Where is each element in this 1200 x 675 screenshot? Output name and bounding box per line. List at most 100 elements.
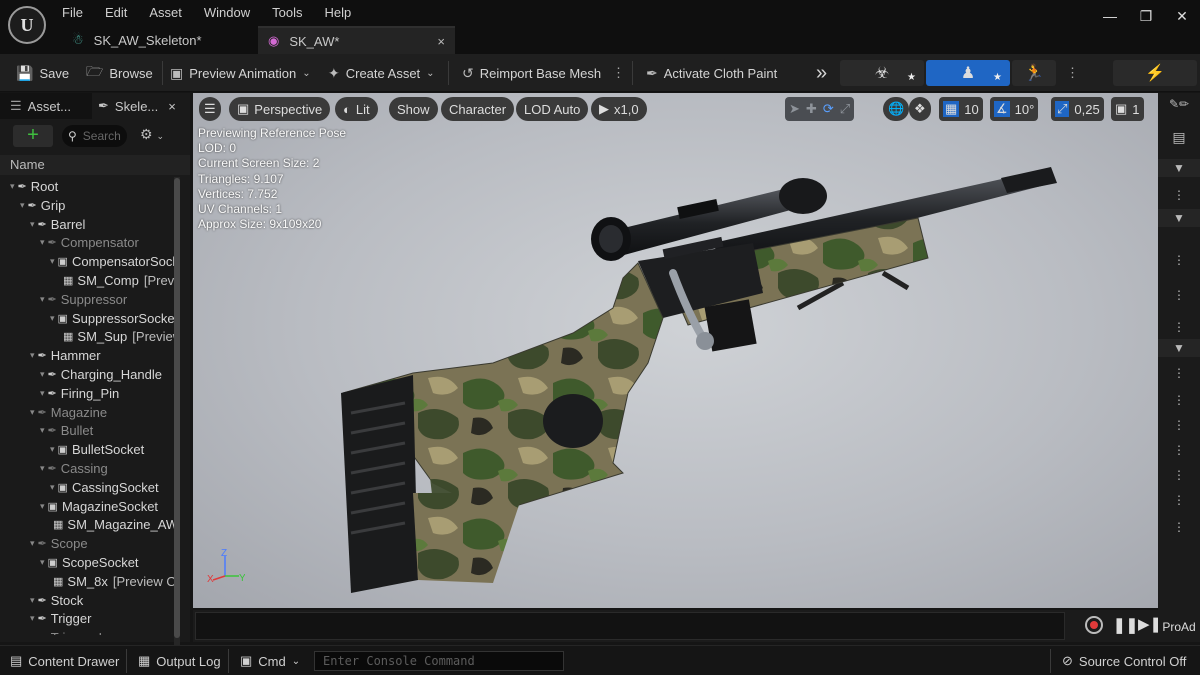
options-icon[interactable]: ⋮	[1158, 288, 1200, 302]
expand-arrow-icon[interactable]: ▾	[30, 613, 35, 624]
create-asset-button[interactable]: ✦ Create Asset ⌄	[328, 54, 435, 92]
menu-tools[interactable]: Tools	[272, 5, 302, 20]
tree-row-bone[interactable]: ▾ ✒ Firing_Pin	[40, 384, 119, 403]
expand-arrow-icon[interactable]: ▾	[40, 425, 45, 436]
name-column-header[interactable]: Name	[0, 155, 190, 175]
output-log-button[interactable]: ▦ Output Log	[138, 646, 221, 675]
tree-row-bone[interactable]: ▾ ✒ Magazine	[30, 403, 107, 422]
physics-mode-button[interactable]: ⚡	[1113, 60, 1197, 86]
add-button[interactable]: +	[13, 125, 53, 147]
restore-icon[interactable]: ❐	[1128, 0, 1164, 32]
tree-row-bone[interactable]: ▾✒ Trigger_L	[30, 628, 106, 635]
tree-scrollbar-thumb[interactable]	[174, 178, 180, 638]
options-icon[interactable]: ⋮	[1158, 493, 1200, 507]
expand-arrow-icon[interactable]: ▾	[30, 350, 35, 361]
tree-row-socket[interactable]: ▾ ▣ ScopeSocket	[40, 553, 139, 572]
reimport-base-mesh-button[interactable]: ↺ Reimport Base Mesh	[462, 54, 601, 92]
browse-button[interactable]: 🗁 Browse	[86, 54, 153, 92]
details-section-header[interactable]: ▼	[1158, 339, 1200, 357]
record-button[interactable]	[1085, 616, 1103, 634]
animation-mode-button[interactable]: 🏃	[1012, 60, 1056, 86]
tree-row-bone[interactable]: ▾ ✒ Compensator	[40, 233, 139, 252]
expand-arrow-icon[interactable]: ▾	[50, 256, 55, 267]
tree-row-bone[interactable]: ▾ ✒ Cassing	[40, 459, 108, 478]
expand-arrow-icon[interactable]: ▾	[30, 538, 35, 549]
close-window-icon[interactable]: ✕	[1164, 0, 1200, 32]
activate-cloth-paint-button[interactable]: ✒ Activate Cloth Paint	[646, 54, 777, 92]
tree-row-socket[interactable]: ▾ ▣ MagazineSocket	[40, 497, 158, 516]
toolbar-options-icon[interactable]: ⋮	[612, 54, 625, 92]
skeleton-mode-button[interactable]: ☣ ★	[840, 60, 924, 86]
expand-arrow-icon[interactable]: ▾	[40, 463, 45, 474]
timeline-track[interactable]	[195, 612, 1065, 640]
options-icon[interactable]: ⋮	[1158, 188, 1200, 202]
expand-arrow-icon[interactable]: ▾	[40, 557, 45, 568]
menu-edit[interactable]: Edit	[105, 5, 127, 20]
tree-row-mesh[interactable]: ▦SM_Sup[Preview]	[60, 327, 174, 346]
tree-row-mesh[interactable]: ▦SM_8x[Preview Only]	[50, 572, 174, 591]
mode-options-icon[interactable]: ⋮	[1066, 54, 1079, 92]
tab-close-icon[interactable]: ×	[437, 34, 445, 49]
unreal-logo-icon[interactable]: U	[8, 6, 46, 44]
more-tools-icon[interactable]: »	[816, 54, 827, 92]
mesh-mode-button[interactable]: ♟ ★	[926, 60, 1010, 86]
tree-row-bone[interactable]: ▾ ✒ Suppressor	[40, 290, 127, 309]
tree-row-bone[interactable]: ▾ ✒ Charging_Handle	[40, 365, 162, 384]
tab-skeleton-tree[interactable]: ✒ Skele... ×	[92, 93, 190, 119]
expand-arrow-icon[interactable]: ▾	[40, 237, 45, 248]
pause-button[interactable]: ❚❚	[1113, 616, 1138, 634]
details-tab-icon[interactable]: ✎✏	[1158, 97, 1200, 111]
tree-row-bone[interactable]: ▾ ✒ Hammer	[30, 346, 101, 365]
content-drawer-button[interactable]: ▤ Content Drawer	[10, 646, 119, 675]
expand-arrow-icon[interactable]: ▾	[50, 444, 55, 455]
3d-viewport[interactable]: ☰ ▣ Perspective ◐ Lit Show Character LOD A…	[193, 93, 1158, 608]
search-input[interactable]: ⚲ Search	[62, 125, 127, 147]
menu-window[interactable]: Window	[204, 5, 250, 20]
menu-help[interactable]: Help	[324, 5, 351, 20]
expand-arrow-icon[interactable]: ▾	[10, 181, 15, 192]
rifle-model[interactable]	[193, 93, 1158, 608]
expand-arrow-icon[interactable]: ▾	[40, 388, 45, 399]
options-icon[interactable]: ⋮	[1158, 253, 1200, 267]
tree-row-mesh[interactable]: ▦SM_Comp [Preview]	[60, 271, 174, 290]
options-icon[interactable]: ⋮	[1158, 520, 1200, 534]
tree-row-bone[interactable]: ▾ ✒ Barrel	[30, 215, 85, 234]
expand-arrow-icon[interactable]: ▾	[50, 313, 55, 324]
expand-arrow-icon[interactable]: ▾	[20, 200, 25, 211]
details-section-header[interactable]: ▼	[1158, 209, 1200, 227]
expand-arrow-icon[interactable]: ▾	[40, 369, 45, 380]
details-section-header[interactable]: ▼	[1158, 159, 1200, 177]
tab-skeletal-mesh[interactable]: ◉ SK_AW* ×	[258, 26, 455, 54]
expand-arrow-icon[interactable]: ▾	[30, 632, 35, 635]
tab-asset-details[interactable]: ☰ Asset...	[10, 93, 71, 119]
expand-arrow-icon[interactable]: ▾	[30, 595, 35, 606]
minimize-icon[interactable]: —	[1092, 0, 1128, 32]
expand-arrow-icon[interactable]: ▾	[50, 482, 55, 493]
tree-row-bone[interactable]: ▾ ✒ Grip	[20, 196, 65, 215]
expand-arrow-icon[interactable]: ▾	[30, 219, 35, 230]
options-icon[interactable]: ⋮	[1158, 320, 1200, 334]
tree-row-socket[interactable]: ▾ ▣ BulletSocket	[50, 440, 144, 459]
expand-arrow-icon[interactable]: ▾	[40, 501, 45, 512]
options-icon[interactable]: ⋮	[1158, 418, 1200, 432]
tree-row-bone[interactable]: ▾ ✒ Scope	[30, 534, 88, 553]
save-button[interactable]: 💾 Save	[16, 54, 69, 92]
preview-animation-button[interactable]: ▣ Preview Animation ⌄	[170, 54, 311, 92]
source-control-button[interactable]: ⊘ Source Control Off	[1062, 646, 1186, 675]
pro-advanced-label[interactable]: ProAd	[1158, 620, 1200, 634]
tree-row-bone[interactable]: ▾ ✒ Bullet	[40, 421, 93, 440]
tree-row-bone[interactable]: ▾ ✒ Stock	[30, 591, 83, 610]
options-icon[interactable]: ⋮	[1158, 393, 1200, 407]
menu-file[interactable]: File	[62, 5, 83, 20]
options-icon[interactable]: ⋮	[1158, 468, 1200, 482]
tab-skeleton[interactable]: ☃ SK_AW_Skeleton*	[62, 26, 252, 54]
preview-settings-icon[interactable]: ▤	[1158, 129, 1200, 146]
cmd-dropdown[interactable]: ▣ Cmd ⌄	[240, 646, 300, 675]
tree-row-mesh[interactable]: ▦ SM_Magazine_AW	[50, 515, 174, 534]
expand-arrow-icon[interactable]: ▾	[40, 294, 45, 305]
tree-row-bone[interactable]: ▾ ✒ Trigger	[30, 609, 91, 628]
tree-row-bone[interactable]: ▾ ✒ Root	[10, 177, 58, 196]
tree-row-socket[interactable]: ▾ ▣ SuppressorSocket	[50, 309, 174, 328]
options-icon[interactable]: ⋮	[1158, 443, 1200, 457]
close-icon[interactable]: ×	[168, 99, 176, 114]
